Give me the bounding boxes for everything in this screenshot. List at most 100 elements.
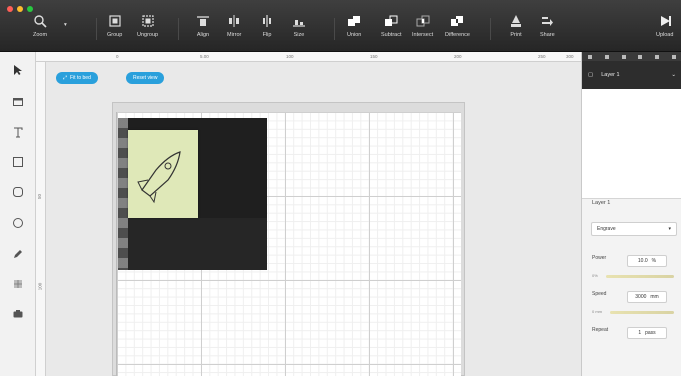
tab-icon[interactable] [621, 54, 626, 59]
union-label: Union [347, 32, 362, 38]
power-field[interactable]: 10.0 % [627, 255, 667, 267]
layer-menu-icon[interactable]: ⌄ [671, 72, 676, 78]
speed-field[interactable]: 3000 mm [627, 291, 667, 303]
rounded-rectangle-tool[interactable] [10, 184, 26, 200]
subtract-icon [385, 15, 398, 26]
fit-to-bed-chip[interactable]: ⤢ Fit to bed [56, 72, 98, 84]
share-icon [542, 17, 554, 26]
flip-button[interactable]: Flip [260, 14, 274, 38]
power-slider[interactable] [606, 275, 674, 278]
camera-image[interactable] [118, 118, 267, 270]
reset-view-chip[interactable]: Reset view [126, 72, 165, 84]
zoom-label: Zoom [33, 32, 48, 38]
intersect-button[interactable]: Intersect [412, 14, 433, 38]
zoom-dropdown[interactable]: ▾ [64, 22, 67, 28]
difference-button[interactable]: Difference [445, 14, 470, 38]
chevron-down-icon: ▾ [668, 226, 671, 232]
difference-icon [451, 16, 464, 26]
group-icon [109, 15, 121, 27]
size-button[interactable]: Size [292, 14, 306, 38]
group-label: Group [107, 32, 123, 38]
print-button[interactable]: Print [509, 14, 523, 38]
pen-icon [14, 250, 22, 258]
properties-title: Layer 1 [592, 200, 611, 206]
ruler-top-label: 300 [566, 54, 574, 59]
image-tool[interactable] [10, 94, 26, 110]
ungroup-label: Ungroup [137, 32, 159, 38]
zoom-window-button[interactable] [27, 6, 33, 12]
properties-panel: ▢ Layer 1 ⌄ Layer 1 Engrave ▾ Power 10.0… [581, 52, 681, 376]
union-icon [348, 16, 361, 26]
minimize-window-button[interactable] [17, 6, 23, 12]
canvas[interactable]: ⤢ Fit to bed Reset view [46, 62, 581, 376]
repeat-field[interactable]: 1 pass [627, 327, 667, 339]
tab-icon[interactable] [654, 54, 659, 59]
speed-value: 3000 [635, 294, 647, 300]
speed-slider-min: 0 mm [592, 309, 602, 314]
grid-tool[interactable] [10, 276, 26, 292]
ellipse-tool[interactable] [10, 215, 26, 231]
rocket-sketch-icon [137, 151, 181, 204]
tab-icon[interactable] [604, 54, 609, 59]
expand-icon: ⤢ [63, 75, 68, 81]
power-value: 10.0 [637, 258, 648, 264]
mirror-label: Mirror [227, 32, 242, 38]
pointer-icon [14, 65, 22, 75]
mode-select[interactable]: Engrave ▾ [591, 222, 677, 236]
repeat-label: Repeat [592, 327, 609, 333]
tab-icon[interactable] [588, 54, 593, 59]
align-button[interactable]: Align [196, 14, 210, 38]
zoom-button[interactable]: Zoom [33, 14, 47, 38]
repeat-unit: pass [645, 330, 656, 336]
tab-icon[interactable] [638, 54, 643, 59]
mirror-button[interactable]: Mirror [227, 14, 241, 38]
pen-tool[interactable] [10, 246, 26, 262]
difference-label: Difference [445, 32, 470, 38]
rectangle-tool[interactable] [10, 154, 26, 170]
ruler-top: 0 5.00 100 150 200 250 300 [36, 52, 581, 62]
ruler-top-label: 250 [538, 54, 546, 59]
align-icon [197, 16, 209, 26]
ruler-left: 50 100 [36, 62, 46, 376]
align-label: Align [196, 32, 210, 38]
rectangle-icon [13, 157, 23, 167]
layer-row[interactable]: ▢ Layer 1 ⌄ [582, 61, 681, 89]
toolbar: Zoom ▾ Group Ungroup Align Mirror Flip S… [0, 0, 681, 52]
share-label: Share [540, 32, 555, 38]
group-button[interactable]: Group [107, 14, 122, 38]
fit-to-bed-label: Fit to bed [70, 75, 91, 81]
tab-icon[interactable] [671, 54, 676, 59]
power-unit: % [651, 258, 657, 264]
share-button[interactable]: Share [540, 14, 555, 38]
upload-icon [660, 16, 671, 26]
camera-icon [13, 310, 23, 318]
subtract-label: Subtract [381, 32, 402, 38]
ruler-top-label: 0 [116, 54, 119, 59]
union-button[interactable]: Union [347, 14, 361, 38]
repeat-value: 1 [638, 330, 642, 336]
camera-tool[interactable] [10, 306, 26, 322]
ungroup-button[interactable]: Ungroup [137, 14, 158, 38]
layer-list [582, 89, 681, 199]
layer-name: Layer 1 [601, 72, 620, 78]
ruler-top-label: 100 [286, 54, 294, 59]
shadow-region [128, 218, 267, 270]
flip-label: Flip [262, 32, 272, 38]
power-slider-min: 0% [592, 273, 598, 278]
close-window-button[interactable] [7, 6, 13, 12]
ruler-left-label: 50 [37, 193, 43, 200]
ellipse-icon [13, 218, 23, 228]
select-tool[interactable] [10, 62, 26, 78]
mirror-icon [229, 15, 240, 27]
upload-button[interactable]: Upload [656, 14, 673, 38]
ruler-top-label: 5.00 [200, 54, 209, 59]
speed-slider[interactable] [610, 311, 674, 314]
intersect-label: Intersect [412, 32, 434, 38]
chevron-down-icon: ▾ [64, 22, 67, 28]
subtract-button[interactable]: Subtract [381, 14, 401, 38]
print-label: Print [510, 32, 522, 38]
ruler-top-label: 150 [370, 54, 378, 59]
image-icon [13, 98, 23, 106]
text-tool[interactable] [10, 124, 26, 140]
upload-label: Upload [656, 32, 674, 38]
